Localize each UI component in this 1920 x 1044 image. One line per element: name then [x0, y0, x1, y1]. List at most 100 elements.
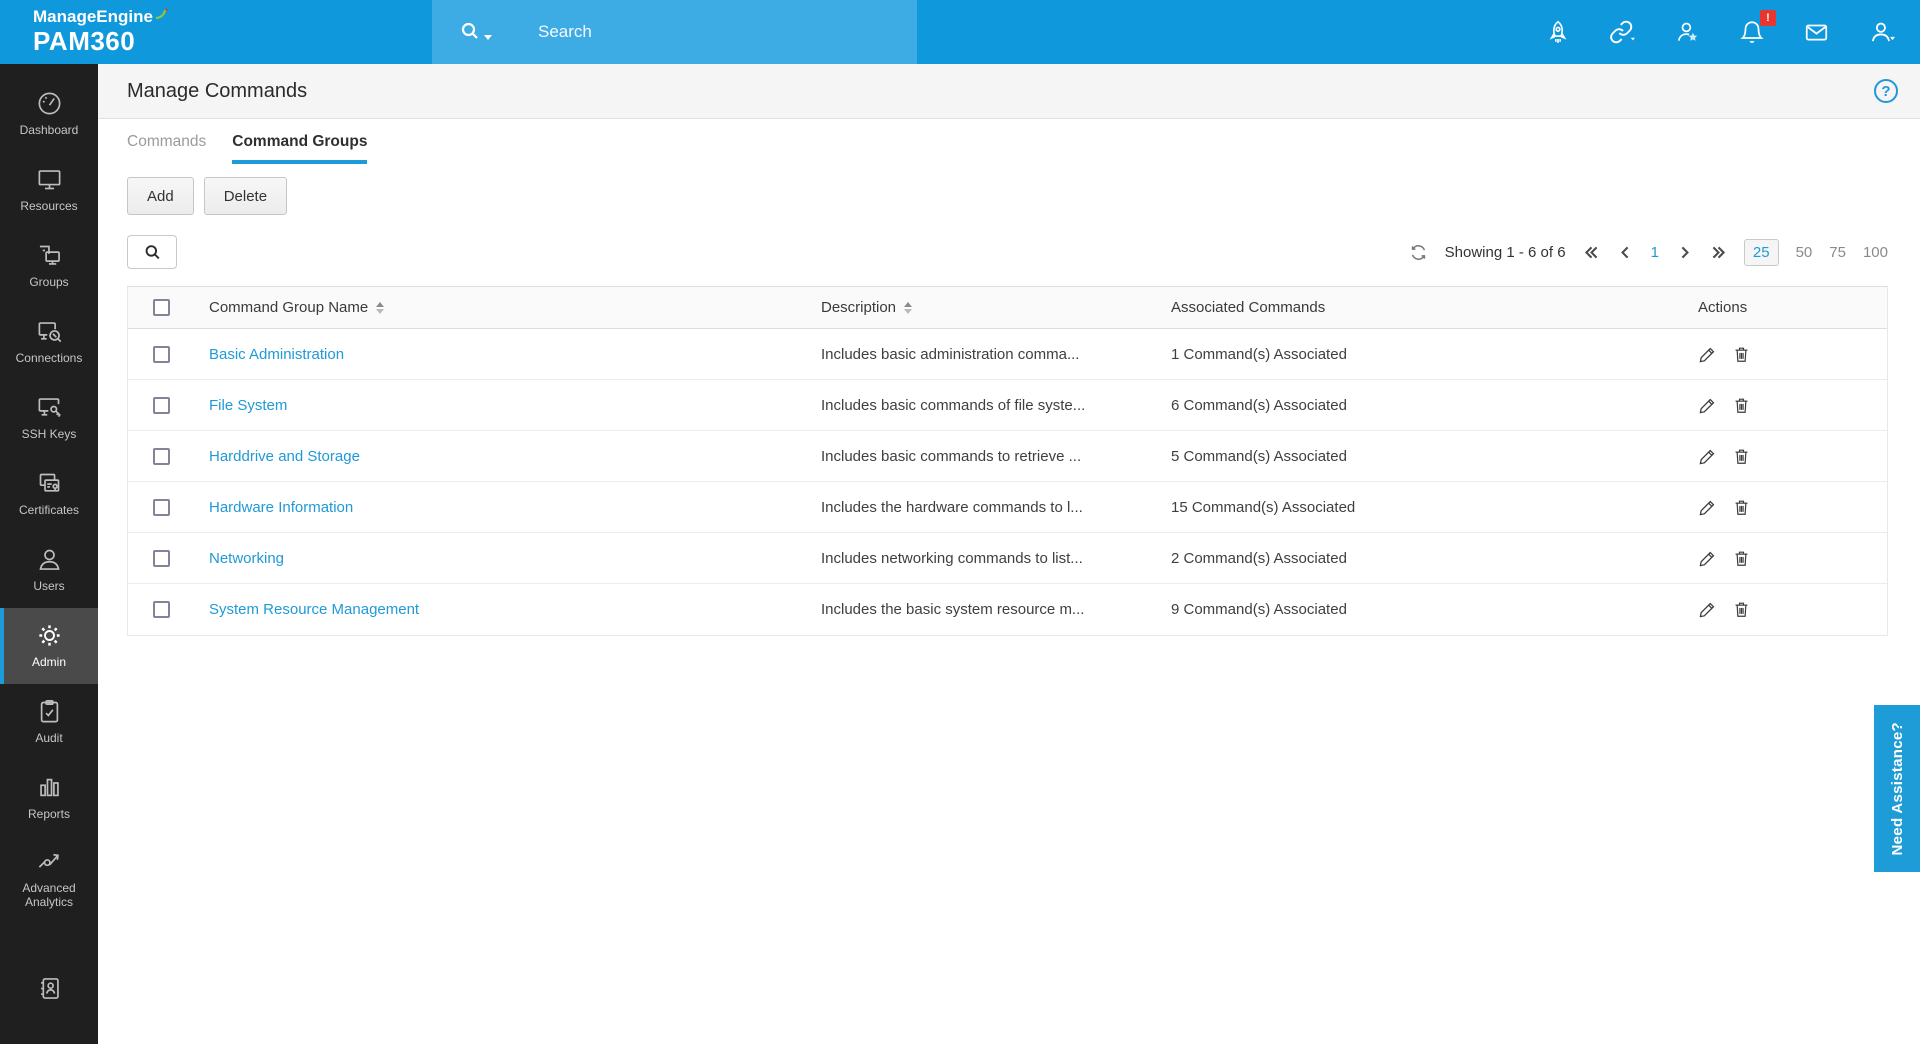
sort-icon[interactable]	[376, 302, 384, 314]
select-all-checkbox[interactable]	[153, 299, 170, 316]
associated-cell: 6 Command(s) Associated	[1166, 397, 1691, 414]
global-search-input[interactable]	[538, 22, 838, 42]
sidebar-item-label: SSH Keys	[22, 428, 77, 442]
associated-cell: 5 Command(s) Associated	[1166, 448, 1691, 465]
sidebar-item-certificates[interactable]: Certificates	[0, 456, 98, 532]
delete-icon[interactable]	[1732, 549, 1751, 568]
ssh-keys-icon	[36, 394, 63, 421]
sidebar-item-label: Groups	[29, 276, 68, 290]
row-checkbox[interactable]	[153, 448, 170, 465]
next-page-icon[interactable]	[1676, 244, 1693, 261]
add-button[interactable]: Add	[127, 177, 194, 215]
description-cell: Includes basic commands of file syste...	[816, 397, 1166, 414]
sort-icon[interactable]	[904, 302, 912, 314]
edit-icon[interactable]	[1698, 600, 1717, 619]
page-size-50[interactable]: 50	[1796, 244, 1813, 261]
page-size-100[interactable]: 100	[1863, 244, 1888, 261]
page-number[interactable]: 1	[1651, 244, 1659, 261]
description-cell: Includes basic administration comma...	[816, 346, 1166, 363]
bell-icon[interactable]: !	[1739, 19, 1765, 45]
associated-cell: 15 Command(s) Associated	[1166, 499, 1691, 516]
first-page-icon[interactable]	[1583, 244, 1600, 261]
sidebar-nav: Dashboard Resources Groups Connections S…	[0, 64, 98, 1044]
sidebar-item-advanced-analytics[interactable]: Advanced Analytics	[0, 836, 98, 922]
command-group-link[interactable]: File System	[209, 397, 287, 414]
row-checkbox[interactable]	[153, 346, 170, 363]
column-header-name: Command Group Name	[209, 299, 368, 316]
sidebar-item-label: Admin	[32, 656, 66, 670]
mail-icon[interactable]	[1803, 19, 1830, 45]
last-page-icon[interactable]	[1710, 244, 1727, 261]
sidebar-item-admin[interactable]: Admin	[0, 608, 98, 684]
table-row: Basic Administration Includes basic admi…	[128, 329, 1887, 380]
page-size-25[interactable]: 25	[1744, 239, 1779, 266]
connections-icon	[36, 318, 63, 345]
column-header-associated: Associated Commands	[1171, 299, 1325, 316]
account-icon[interactable]	[1868, 19, 1896, 45]
delete-icon[interactable]	[1732, 600, 1751, 619]
link-icon[interactable]	[1609, 19, 1636, 45]
edit-icon[interactable]	[1698, 396, 1717, 415]
search-scope-selector[interactable]	[458, 20, 492, 44]
global-search-bar[interactable]	[432, 0, 917, 64]
sidebar-item-label: Users	[33, 580, 64, 594]
edit-icon[interactable]	[1698, 447, 1717, 466]
command-group-link[interactable]: System Resource Management	[209, 601, 419, 618]
brand-logo[interactable]: ManageEngine PAM360	[0, 0, 432, 64]
description-cell: Includes the basic system resource m...	[816, 601, 1166, 618]
column-header-actions: Actions	[1698, 299, 1747, 316]
pagination-summary: Showing 1 - 6 of 6	[1445, 244, 1566, 261]
refresh-icon[interactable]	[1409, 243, 1428, 262]
table-search-button[interactable]	[127, 235, 177, 269]
delete-button[interactable]: Delete	[204, 177, 287, 215]
edit-icon[interactable]	[1698, 498, 1717, 517]
page-header: Manage Commands ?	[98, 64, 1920, 119]
command-group-link[interactable]: Harddrive and Storage	[209, 448, 360, 465]
command-group-link[interactable]: Basic Administration	[209, 346, 344, 363]
sidebar-item-reports[interactable]: Reports	[0, 760, 98, 836]
sidebar-item-label: Audit	[35, 732, 62, 746]
need-assistance-tab[interactable]: Need Assistance?	[1874, 705, 1920, 872]
sidebar-item-connections[interactable]: Connections	[0, 304, 98, 380]
delete-icon[interactable]	[1732, 498, 1751, 517]
sidebar-item-audit[interactable]: Audit	[0, 684, 98, 760]
tab-commands[interactable]: Commands	[127, 133, 206, 164]
sidebar-item-groups[interactable]: Groups	[0, 228, 98, 304]
edit-icon[interactable]	[1698, 549, 1717, 568]
chevron-down-icon	[484, 35, 492, 40]
delete-icon[interactable]	[1732, 345, 1751, 364]
row-checkbox[interactable]	[153, 397, 170, 414]
command-group-link[interactable]: Networking	[209, 550, 284, 567]
description-cell: Includes networking commands to list...	[816, 550, 1166, 567]
user-star-icon[interactable]	[1674, 19, 1701, 45]
description-cell: Includes basic commands to retrieve ...	[816, 448, 1166, 465]
row-checkbox[interactable]	[153, 550, 170, 567]
delete-icon[interactable]	[1732, 396, 1751, 415]
main-content: Manage Commands ? Commands Command Group…	[98, 64, 1920, 1044]
sidebar-item-label: Resources	[20, 200, 77, 214]
page-title: Manage Commands	[127, 80, 307, 103]
contact-book-icon	[36, 975, 63, 1002]
product-name: PAM360	[33, 27, 432, 56]
sidebar-item-dashboard[interactable]: Dashboard	[0, 76, 98, 152]
rocket-icon[interactable]	[1545, 19, 1571, 45]
sidebar-item-contact-book[interactable]	[0, 960, 98, 1016]
row-checkbox[interactable]	[153, 601, 170, 618]
delete-icon[interactable]	[1732, 447, 1751, 466]
sidebar-item-ssh-keys[interactable]: SSH Keys	[0, 380, 98, 456]
previous-page-icon[interactable]	[1617, 244, 1634, 261]
help-icon[interactable]: ?	[1874, 79, 1898, 103]
sidebar-item-users[interactable]: Users	[0, 532, 98, 608]
advanced-analytics-icon	[36, 848, 63, 875]
filter-row: Showing 1 - 6 of 6 1	[127, 235, 1888, 269]
sidebar-item-resources[interactable]: Resources	[0, 152, 98, 228]
command-group-link[interactable]: Hardware Information	[209, 499, 353, 516]
row-checkbox[interactable]	[153, 499, 170, 516]
groups-icon	[36, 242, 63, 269]
tab-command-groups[interactable]: Command Groups	[232, 133, 367, 164]
page-size-75[interactable]: 75	[1829, 244, 1846, 261]
top-bar-actions: !	[917, 0, 1920, 64]
associated-cell: 2 Command(s) Associated	[1166, 550, 1691, 567]
edit-icon[interactable]	[1698, 345, 1717, 364]
admin-gear-icon	[36, 622, 63, 649]
